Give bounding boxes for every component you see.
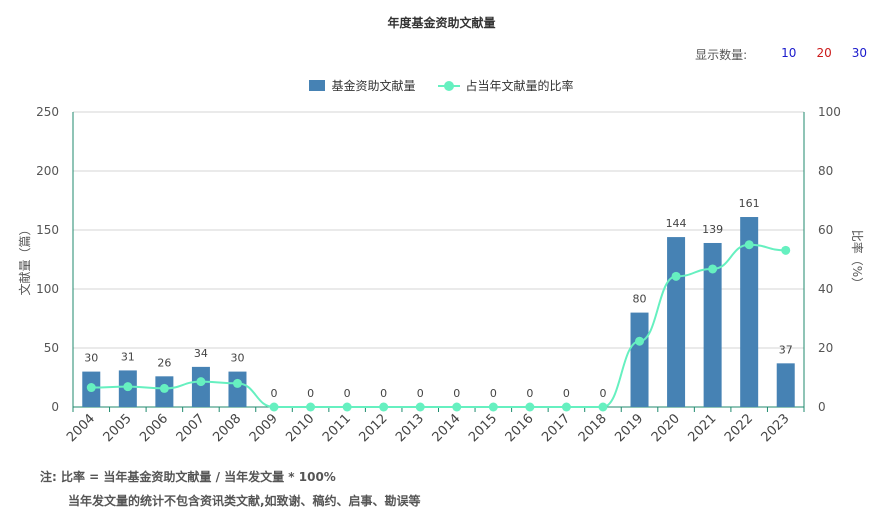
bar-value-label: 0 xyxy=(417,387,424,400)
bar-value-label: 37 xyxy=(779,343,793,356)
bar xyxy=(191,366,210,407)
rate-point xyxy=(342,402,352,412)
bar xyxy=(228,371,247,407)
bar-value-label: 0 xyxy=(599,387,606,400)
bar-value-label: 30 xyxy=(84,352,98,365)
rate-point xyxy=(159,383,169,393)
bar-value-label: 139 xyxy=(702,223,723,236)
rate-point xyxy=(196,377,206,387)
y-tick-label: 250 xyxy=(36,105,59,119)
bar-value-label: 0 xyxy=(380,387,387,400)
rate-point xyxy=(598,402,608,412)
rate-point xyxy=(415,402,425,412)
x-tick-label: 2005 xyxy=(101,411,135,445)
y2-axis-title: 比率（%） xyxy=(850,230,865,289)
bar-value-label: 0 xyxy=(563,387,570,400)
bar-value-label: 161 xyxy=(739,197,760,210)
rate-point xyxy=(269,402,279,412)
x-tick-label: 2004 xyxy=(64,411,98,445)
bar-value-label: 0 xyxy=(490,387,497,400)
bar-value-label: 31 xyxy=(121,350,135,363)
rate-point xyxy=(635,336,645,346)
bar-value-label: 0 xyxy=(344,387,351,400)
rate-point xyxy=(379,402,389,412)
x-tick-label: 2021 xyxy=(685,411,719,445)
rate-point xyxy=(708,264,718,274)
x-tick-label: 2012 xyxy=(356,411,390,445)
y2-tick-label: 40 xyxy=(818,282,833,296)
x-tick-label: 2011 xyxy=(320,411,354,445)
rate-point xyxy=(671,271,681,281)
rate-point xyxy=(561,402,571,412)
x-tick-label: 2007 xyxy=(174,411,208,445)
bar-value-label: 0 xyxy=(271,387,278,400)
bar-value-label: 34 xyxy=(194,347,208,360)
bar-value-label: 80 xyxy=(633,293,647,306)
y-tick-label: 200 xyxy=(36,164,59,178)
x-tick-label: 2022 xyxy=(722,411,756,445)
x-tick-label: 2018 xyxy=(576,411,610,445)
note-formula: 注: 比率 = 当年基金资助文献量 / 当年发文量 * 100% xyxy=(40,470,336,484)
bar xyxy=(776,363,795,407)
x-tick-label: 2010 xyxy=(283,411,317,445)
y-tick-label: 100 xyxy=(36,282,59,296)
x-tick-label: 2006 xyxy=(137,411,171,445)
x-tick-label: 2023 xyxy=(759,411,793,445)
rate-point xyxy=(452,402,462,412)
rate-point xyxy=(123,382,133,392)
x-tick-label: 2013 xyxy=(393,411,427,445)
bar-value-label: 0 xyxy=(453,387,460,400)
rate-point xyxy=(488,402,498,412)
bar-value-label: 0 xyxy=(526,387,533,400)
y-tick-label: 0 xyxy=(51,400,59,414)
y2-tick-label: 60 xyxy=(818,223,833,237)
note-exclusion: 当年发文量的统计不包含资讯类文献,如致谢、稿约、启事、勘误等 xyxy=(68,494,421,508)
rate-point xyxy=(232,378,242,388)
bar xyxy=(667,237,686,407)
y2-tick-label: 0 xyxy=(818,400,826,414)
y-tick-label: 150 xyxy=(36,223,59,237)
bar-value-label: 30 xyxy=(230,352,244,365)
y2-tick-label: 80 xyxy=(818,164,833,178)
x-tick-label: 2019 xyxy=(612,411,646,445)
bar-value-label: 26 xyxy=(157,356,171,369)
rate-point xyxy=(525,402,535,412)
x-tick-label: 2008 xyxy=(210,411,244,445)
bar-value-label: 144 xyxy=(666,217,687,230)
x-tick-label: 2016 xyxy=(503,411,537,445)
y-axis-title: 文献量（篇） xyxy=(17,223,32,295)
bar xyxy=(630,312,649,407)
rate-point xyxy=(744,240,754,250)
y-tick-label: 50 xyxy=(44,341,59,355)
x-tick-label: 2009 xyxy=(247,411,281,445)
x-tick-label: 2015 xyxy=(466,411,500,445)
bar-value-label: 0 xyxy=(307,387,314,400)
rate-point xyxy=(86,383,96,393)
rate-point xyxy=(781,245,791,255)
y2-tick-label: 100 xyxy=(818,105,841,119)
x-tick-label: 2014 xyxy=(430,411,464,445)
rate-point xyxy=(306,402,316,412)
chart-canvas: 0501001502002500204060801002004 2005 2006 2… xyxy=(17,105,865,445)
y2-tick-label: 20 xyxy=(818,341,833,355)
x-tick-label: 2017 xyxy=(539,411,573,445)
x-tick-label: 2020 xyxy=(649,411,683,445)
